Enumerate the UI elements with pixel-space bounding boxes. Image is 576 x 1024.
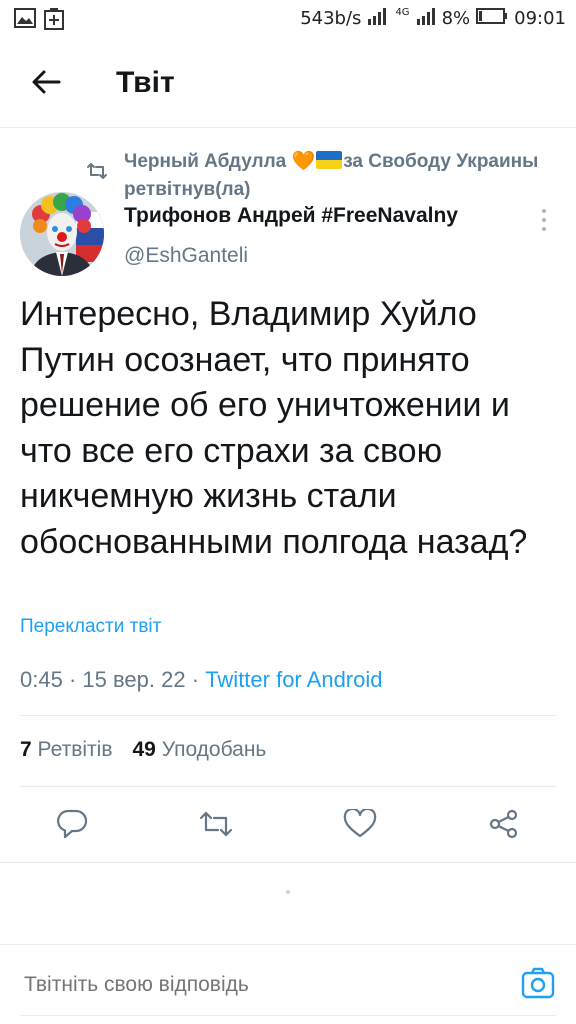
retweets-stat[interactable]: 7 Ретвітів (20, 738, 112, 762)
dot-icon (542, 218, 546, 222)
tweet-time: 0:45 (20, 667, 63, 692)
plus-box-icon (44, 8, 64, 36)
signal-icon (367, 7, 389, 30)
tweet-source-link[interactable]: Twitter for Android (205, 667, 382, 692)
share-icon (488, 809, 520, 844)
battery-icon (476, 7, 508, 30)
retweet-action-label: ретвітнув(ла) (124, 179, 251, 200)
author-name[interactable]: Трифонов Андрей #FreeNavalny (124, 204, 458, 228)
likes-stat[interactable]: 49 Уподобань (132, 738, 266, 762)
reply-underline (20, 1015, 556, 1016)
share-button[interactable] (484, 806, 524, 846)
tweet-actions (0, 800, 576, 852)
arrow-left-icon (31, 69, 61, 100)
reply-bar (0, 944, 576, 1024)
camera-button[interactable] (518, 965, 558, 1005)
reply-input[interactable] (20, 965, 500, 1005)
author-handle[interactable]: @EshGanteli (124, 244, 248, 268)
retweet-context[interactable]: Черный Абдулла 🧡 за Свободу Украины ретві… (124, 148, 564, 204)
likes-count: 49 (132, 738, 156, 761)
retweeter-name: Черный Абдулла (124, 151, 287, 172)
app-header: Твіт (0, 40, 576, 128)
orange-heart-icon: 🧡 (291, 151, 316, 172)
likes-label: Уподобань (161, 738, 267, 761)
divider (20, 786, 556, 787)
back-button[interactable] (24, 62, 68, 106)
tweet-meta: 0:45 · 15 вер. 22 · Twitter for Android (20, 667, 383, 692)
dot-icon (542, 209, 546, 213)
divider (20, 715, 556, 716)
image-icon (14, 8, 36, 36)
network-type: 4G (395, 7, 410, 18)
retweeter-suffix: за Свободу Украины (343, 151, 539, 172)
tweet-date: 15 вер. 22 (82, 667, 186, 692)
signal-icon-2 (416, 7, 436, 30)
page-title: Твіт (116, 66, 175, 99)
more-options-button[interactable] (532, 204, 556, 236)
retweet-icon (86, 162, 108, 185)
retweet-icon (198, 810, 234, 843)
status-bar: 543b/s 4G 8% 09:01 (0, 0, 576, 40)
tweet-text: Интересно, Владимир Хуйло Путин осознает… (20, 295, 528, 561)
retweets-count: 7 (20, 738, 32, 761)
divider (0, 862, 576, 863)
loading-dot (286, 890, 290, 894)
dot-icon (542, 227, 546, 231)
reply-button[interactable] (52, 806, 92, 846)
like-button[interactable] (340, 806, 380, 846)
battery-percent: 8% (441, 8, 471, 29)
retweets-label: Ретвітів (37, 738, 113, 761)
camera-icon (521, 967, 555, 1004)
heart-icon (343, 807, 377, 844)
clock: 09:01 (514, 8, 566, 29)
ukraine-flag-icon (316, 151, 343, 169)
network-speed: 543b/s (300, 8, 362, 29)
tweet-stats: 7 Ретвітів 49 Уподобань (20, 738, 266, 762)
retweet-button[interactable] (196, 806, 236, 846)
comment-icon (56, 809, 88, 844)
translate-tweet-link[interactable]: Перекласти твіт (20, 616, 161, 638)
avatar[interactable] (20, 192, 104, 276)
